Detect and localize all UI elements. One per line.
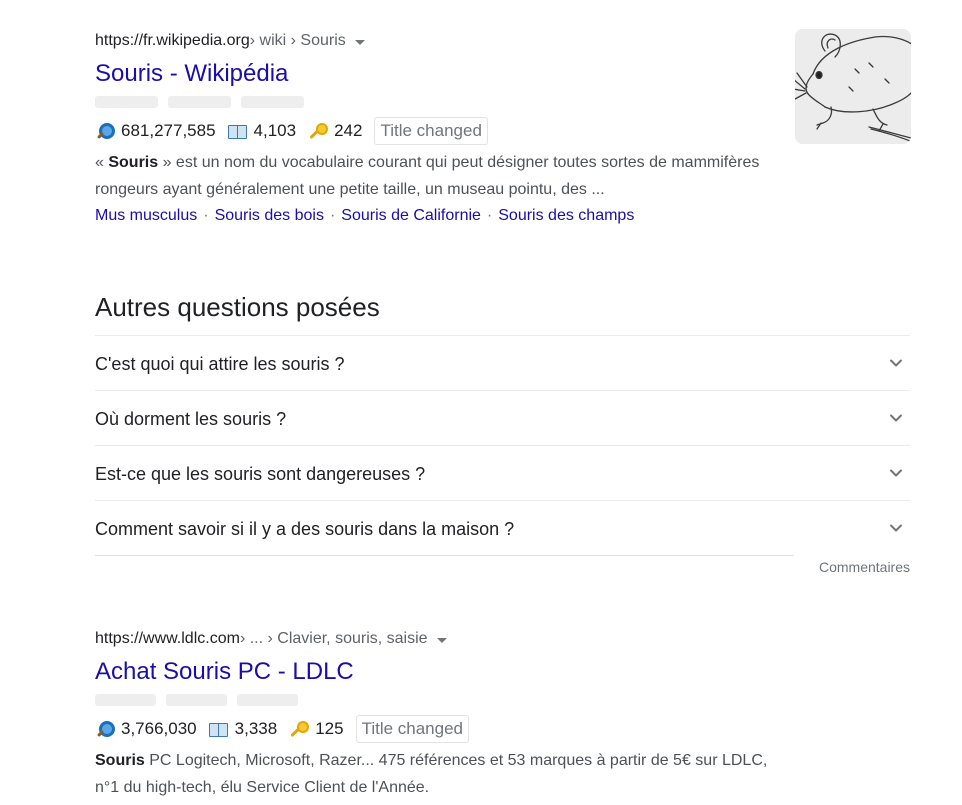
sitelink-separator: · <box>486 207 493 224</box>
result-thumbnail-mouse[interactable] <box>795 29 911 144</box>
chevron-down-icon <box>890 469 902 477</box>
paa-question[interactable]: Comment savoir si il y a des souris dans… <box>95 500 910 555</box>
placeholder-bar <box>166 694 227 706</box>
paa-question-text: C'est quoi qui attire les souris ? <box>95 353 345 374</box>
caret-down-icon[interactable] <box>354 39 365 45</box>
sitelink-souris-des-bois[interactable]: Souris des bois <box>215 207 324 224</box>
result-breadcrumb[interactable]: https://www.ldlc.com › ... › Clavier, so… <box>95 626 795 652</box>
placeholder-bar <box>241 96 304 108</box>
placeholder-bar <box>168 96 231 108</box>
result-url-path: › ... › Clavier, souris, saisie <box>239 630 428 647</box>
key-icon <box>308 122 329 140</box>
seo-stats-row: 681,277,585 4,103 242 Title changed <box>95 117 795 145</box>
search-results-page: https://fr.wikipedia.org › wiki › Souris… <box>0 0 962 805</box>
result-url-host: https://www.ldlc.com <box>95 630 240 647</box>
caret-down-icon[interactable] <box>436 637 447 643</box>
result-url-path: › wiki › Souris <box>249 32 346 49</box>
result-url-host: https://fr.wikipedia.org <box>95 32 250 49</box>
sitelink-mus-musculus[interactable]: Mus musculus <box>95 207 197 224</box>
stat-searches: 3,766,030 <box>121 719 197 738</box>
loading-placeholder <box>95 694 795 706</box>
paa-heading: Autres questions posées <box>95 292 380 322</box>
book-icon <box>208 720 228 738</box>
mouse-illustration <box>795 29 911 144</box>
paa-question-text: Comment savoir si il y a des souris dans… <box>95 518 515 539</box>
search-result-ldlc: https://www.ldlc.com › ... › Clavier, so… <box>95 626 795 801</box>
snippet-open-quote: « <box>95 154 109 171</box>
placeholder-bar <box>95 96 158 108</box>
placeholder-bar <box>237 694 298 706</box>
stat-keys: 242 <box>334 121 363 140</box>
sitelink-separator: · <box>329 207 336 224</box>
result-title-link[interactable]: Souris - Wikipédia <box>95 58 288 90</box>
loading-placeholder <box>95 96 795 108</box>
magnifier-icon <box>95 122 115 140</box>
paa-question-text: Où dorment les souris ? <box>95 408 287 429</box>
seo-stats-row: 3,766,030 3,338 125 Title changed <box>95 715 795 743</box>
snippet-keyword: Souris <box>108 154 159 171</box>
title-changed-badge: Title changed <box>355 715 469 743</box>
result-breadcrumb[interactable]: https://fr.wikipedia.org › wiki › Souris <box>95 28 795 54</box>
key-icon <box>289 720 310 738</box>
placeholder-bar <box>95 694 156 706</box>
sitelink-souris-des-champs[interactable]: Souris des champs <box>498 207 634 224</box>
paa-question-text: Est-ce que les souris sont dangereuses ? <box>95 463 426 484</box>
sitelink-separator: · <box>203 207 209 224</box>
paa-footer: Commentaires <box>95 555 910 581</box>
people-also-ask: Autres questions posées C'est quoi qui a… <box>95 290 910 581</box>
title-changed-badge: Title changed <box>374 117 488 145</box>
sitelinks: Mus musculus · Souris des bois · Souris de C… <box>95 204 795 228</box>
book-icon <box>227 122 247 140</box>
paa-question[interactable]: Où dorment les souris ? <box>95 390 910 445</box>
search-result-wikipedia: https://fr.wikipedia.org › wiki › Souris… <box>95 28 795 228</box>
stat-pages: 3,338 <box>234 719 278 738</box>
chevron-down-icon <box>890 524 902 532</box>
divider <box>95 555 794 556</box>
result-snippet: Souris PC Logitech, Microsoft, Razer... … <box>95 747 795 801</box>
stat-searches: 681,277,585 <box>121 121 216 140</box>
result-title-link[interactable]: Achat Souris PC - LDLC <box>95 656 354 688</box>
snippet-text: » est un nom du vocabulaire courant qui … <box>95 154 760 198</box>
chevron-down-icon <box>890 414 902 422</box>
snippet-text: PC Logitech, Microsoft, Razer... 475 réf… <box>95 752 768 796</box>
sitelink-souris-de-californie[interactable]: Souris de Californie <box>341 207 481 224</box>
chevron-down-icon <box>890 359 902 367</box>
paa-question[interactable]: Est-ce que les souris sont dangereuses ? <box>95 445 910 500</box>
magnifier-icon <box>95 720 115 738</box>
stat-pages: 4,103 <box>253 121 297 140</box>
stat-keys: 125 <box>315 719 344 738</box>
paa-question[interactable]: C'est quoi qui attire les souris ? <box>95 335 910 390</box>
feedback-link[interactable]: Commentaires <box>819 557 910 577</box>
result-snippet: « Souris » est un nom du vocabulaire cou… <box>95 149 795 203</box>
snippet-keyword: Souris <box>95 752 145 769</box>
